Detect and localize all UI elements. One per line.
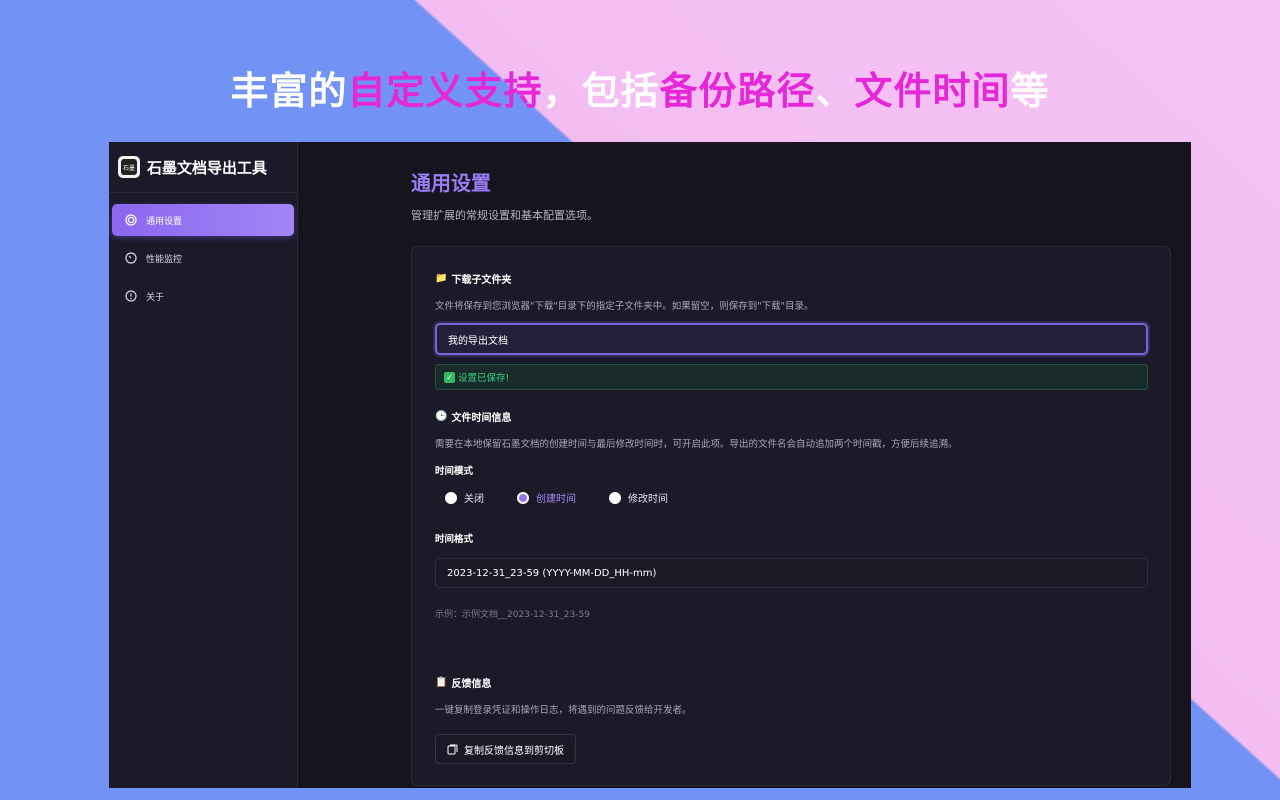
sidebar-item-general-settings[interactable]: 通用设置 [112, 204, 294, 236]
sidebar-item-label: 通用设置 [146, 216, 183, 227]
speedometer-icon [125, 252, 137, 264]
main-content: 通用设置 管理扩展的常规设置和基本配置选项。 📁 下载子文件夹 文件将保存到您浏… [298, 142, 1191, 788]
time-format-label: 时间格式 [435, 534, 474, 545]
download-folder-description: 文件将保存到您浏览器"下载"目录下的指定子文件夹中。如果留空，则保存到"下载"目… [435, 301, 814, 312]
promo-banner: 丰富的自定义支持，包括备份路径、文件时间等 [0, 60, 1280, 115]
time-mode-label: 时间模式 [435, 466, 474, 477]
app-logo-icon: 石墨 [118, 156, 140, 178]
radio-off[interactable]: 关闭 [445, 490, 484, 505]
feedback-description: 一键复制登录凭证和操作日志，将遇到的问题反馈给开发者。 [435, 705, 692, 716]
time-format-select[interactable]: 2023-12-31_23-59 (YYYY-MM-DD_HH-mm) [435, 558, 1148, 588]
save-success-message: ✓ 设置已保存! [435, 364, 1148, 390]
banner-highlight-3: 文件时间 [854, 69, 1011, 113]
app-window: 石墨 石墨文档导出工具 通用设置 性能监控 关于 通用设置 管理扩展的常规设置和… [109, 142, 1191, 788]
clipboard-icon: 📋 [435, 677, 448, 688]
sidebar-item-performance[interactable]: 性能监控 [112, 242, 294, 274]
radio-modified-time[interactable]: 修改时间 [609, 490, 668, 505]
copy-icon [447, 744, 458, 755]
radio-dot-icon [517, 491, 529, 504]
sidebar-item-label: 性能监控 [146, 254, 183, 265]
sidebar-nav: 通用设置 性能监控 关于 [109, 193, 297, 312]
sidebar-item-about[interactable]: 关于 [112, 280, 294, 312]
info-icon [125, 290, 137, 302]
app-title: 石墨文档导出工具 [147, 158, 268, 177]
page-title: 通用设置 [411, 171, 491, 195]
banner-text-3: 、 [815, 69, 855, 113]
radio-dot-icon [445, 491, 457, 504]
download-folder-input[interactable] [435, 323, 1148, 355]
sidebar-item-label: 关于 [146, 292, 165, 303]
banner-text-1: 丰富的 [230, 69, 348, 113]
banner-highlight-2: 备份路径 [659, 69, 816, 113]
sidebar: 石墨 石墨文档导出工具 通用设置 性能监控 关于 [109, 142, 298, 788]
settings-card: 📁 下载子文件夹 文件将保存到您浏览器"下载"目录下的指定子文件夹中。如果留空，… [411, 246, 1171, 786]
clock-icon: 🕒 [435, 411, 448, 422]
sidebar-header: 石墨 石墨文档导出工具 [109, 142, 297, 193]
banner-text-4: 等 [1010, 69, 1050, 113]
folder-icon: 📁 [435, 273, 448, 284]
download-folder-title: 📁 下载子文件夹 [435, 273, 512, 286]
time-format-example: 示例：示例文档__2023-12-31_23-59 [435, 610, 590, 620]
page-description: 管理扩展的常规设置和基本配置选项。 [411, 209, 598, 222]
radio-dot-icon [609, 491, 621, 504]
settings-ring-icon [125, 214, 137, 226]
feedback-title: 📋 反馈信息 [435, 677, 492, 690]
file-time-description: 需要在本地保留石墨文档的创建时间与最后修改时间时，可开启此项。导出的文件名会自动… [435, 439, 958, 450]
banner-highlight-1: 自定义支持 [347, 69, 543, 113]
banner-text-2: ，包括 [542, 69, 660, 113]
check-icon: ✓ [444, 371, 455, 383]
time-mode-radio-group: 关闭 创建时间 修改时间 [445, 490, 701, 505]
radio-created-time[interactable]: 创建时间 [517, 490, 576, 505]
file-time-title: 🕒 文件时间信息 [435, 411, 512, 424]
copy-feedback-button[interactable]: 复制反馈信息到剪切板 [435, 734, 576, 764]
